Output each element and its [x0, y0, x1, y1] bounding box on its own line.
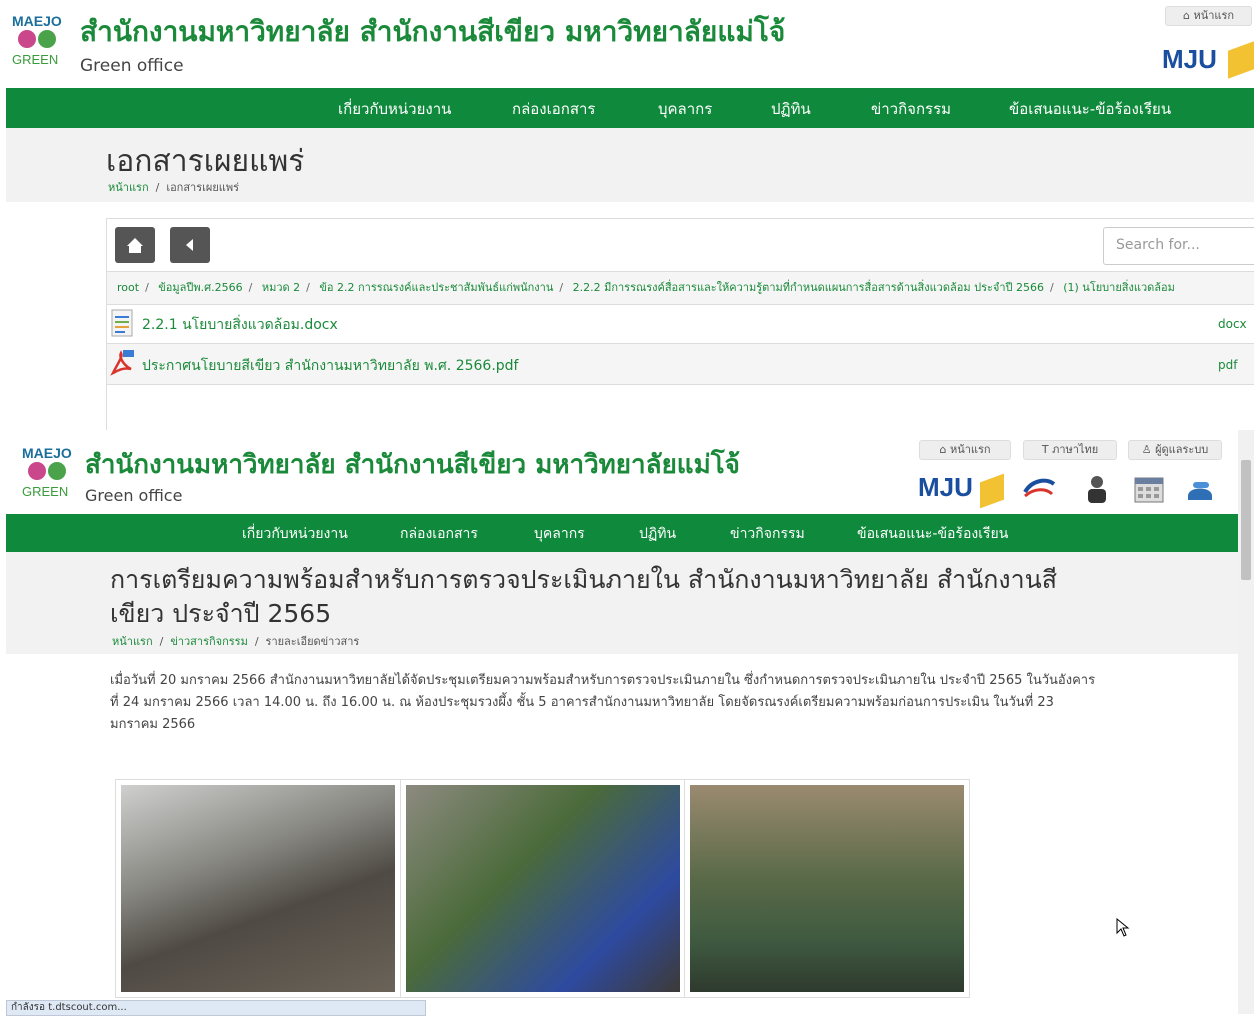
home-top-button[interactable]: ⌂ หน้าแรก: [1165, 6, 1252, 26]
bottom-browser-window: MAEJO GREEN สำนักงานมหาวิทยาลัย สำนักงาน…: [0, 430, 1254, 1016]
file-ext: pdf: [1218, 358, 1238, 372]
network-icon[interactable]: [1022, 474, 1056, 504]
home-folder-button[interactable]: [115, 227, 155, 263]
maejo-green-logo[interactable]: MAEJO GREEN: [12, 14, 66, 68]
docx-file-icon: [111, 309, 133, 337]
arrow-left-icon: [186, 239, 193, 251]
article-body: เมื่อวันที่ 20 มกราคม 2566 สำนักงานมหาวิ…: [110, 670, 1130, 736]
file-row[interactable]: ประกาศนโยบายสีเขียว สำนักงานมหาวิทยาลัย …: [107, 343, 1254, 385]
search-input[interactable]: Search for...: [1103, 227, 1254, 265]
folder-path: root / ข้อมูลปีพ.ศ.2566/ หมวด 2/ ข้อ 2.2 …: [107, 271, 1254, 305]
nav-calendar[interactable]: ปฏิทิน: [639, 523, 676, 545]
vertical-scrollbar[interactable]: [1238, 430, 1254, 1014]
folder-icon[interactable]: [980, 473, 1004, 509]
office-meeting-photo: [121, 785, 395, 992]
file-manager: Search for... root / ข้อมูลปีพ.ศ.2566/ หม…: [106, 218, 1254, 432]
nav-calendar[interactable]: ปฏิทิน: [771, 97, 811, 121]
article-paragraph-line: ที่ 24 มกราคม 2566 เวลา 14.00 น. ถึง 16.…: [110, 695, 1054, 710]
article-photo[interactable]: [115, 779, 401, 998]
path-item-2-2-2[interactable]: 2.2.2 มีการรณรงค์สื่อสารและให้ความรู้ตาม…: [573, 281, 1044, 294]
nav-feedback[interactable]: ข้อเสนอแนะ-ข้อร้องเรียน: [1009, 97, 1171, 121]
home-icon: [127, 238, 143, 253]
maejo-green-logo[interactable]: MAEJO GREEN: [22, 446, 76, 500]
main-navbar: เกี่ยวกับหน่วยงาน กล่องเอกสาร บุคลากร ปฏ…: [6, 88, 1254, 128]
path-item-1[interactable]: (1) นโยบายสิ่งแวดล้อม: [1063, 281, 1175, 294]
article-paragraph-line: เมื่อวันที่ 20 มกราคม 2566 สำนักงานมหาวิ…: [110, 673, 1096, 688]
site-title[interactable]: สำนักงานมหาวิทยาลัย สำนักงานสีเขียว มหาว…: [80, 10, 785, 54]
nav-documents[interactable]: กล่องเอกสาร: [400, 523, 478, 545]
language-button[interactable]: T ภาษาไทย: [1023, 440, 1117, 460]
file-row[interactable]: 2.2.1 นโยบายสิ่งแวดล้อม.docx docx: [107, 305, 1254, 343]
breadcrumb: หน้าแรก / เอกสารเผยแพร่: [108, 181, 240, 194]
breadcrumb-current: เอกสารเผยแพร่: [166, 181, 240, 194]
article-header-band: การเตรียมความพร้อมสำหรับการตรวจประเมินภา…: [6, 552, 1238, 654]
mju-logo[interactable]: MJU: [1162, 44, 1217, 75]
back-button[interactable]: [170, 227, 210, 263]
site-subtitle: Green office: [80, 56, 184, 76]
page-header-band: เอกสารเผยแพร่ หน้าแรก / เอกสารเผยแพร่: [6, 128, 1254, 202]
scrollbar-thumb[interactable]: [1241, 460, 1251, 580]
article-paragraph-line: มกราคม 2566: [110, 717, 196, 732]
top-browser-window: MAEJO GREEN สำนักงานมหาวิทยาลัย สำนักงาน…: [0, 0, 1254, 432]
nav-news[interactable]: ข่าวกิจกรรม: [730, 523, 805, 545]
breadcrumb-home[interactable]: หน้าแรก: [108, 181, 149, 194]
nav-about[interactable]: เกี่ยวกับหน่วยงาน: [338, 97, 451, 121]
nav-news[interactable]: ข่าวกิจกรรม: [871, 97, 951, 121]
main-navbar: เกี่ยวกับหน่วยงาน กล่องเอกสาร บุคลากร ปฏ…: [6, 514, 1238, 552]
mju-logo[interactable]: MJU: [918, 472, 973, 503]
phone-icon[interactable]: [1184, 474, 1218, 504]
site-subtitle: Green office: [85, 486, 183, 505]
breadcrumb-news[interactable]: ข่าวสารกิจกรรม: [170, 635, 248, 648]
file-ext: docx: [1218, 317, 1247, 331]
article-photo[interactable]: [684, 779, 970, 998]
nav-documents[interactable]: กล่องเอกสาร: [512, 97, 595, 121]
file-name[interactable]: ประกาศนโยบายสีเขียว สำนักงานมหาวิทยาลัย …: [142, 355, 518, 377]
calendar-icon[interactable]: [1132, 474, 1166, 504]
leaf-logo-icon: [18, 30, 56, 48]
pdf-file-icon: [110, 350, 134, 376]
staff-reading-photo: [406, 785, 680, 992]
nav-personnel[interactable]: บุคลากร: [534, 523, 585, 545]
nav-feedback[interactable]: ข้อเสนอแนะ-ข้อร้องเรียน: [857, 523, 1008, 545]
site-title[interactable]: สำนักงานมหาวิทยาลัย สำนักงานสีเขียว มหาว…: [85, 444, 740, 485]
nav-personnel[interactable]: บุคลากร: [658, 97, 712, 121]
breadcrumb: หน้าแรก / ข่าวสารกิจกรรม / รายละเอียดข่า…: [112, 635, 360, 648]
group-photo: [690, 785, 964, 992]
text-icon: T: [1041, 443, 1053, 456]
person-icon[interactable]: [1082, 474, 1116, 504]
nav-about[interactable]: เกี่ยวกับหน่วยงาน: [242, 523, 348, 545]
home-top-button[interactable]: ⌂ หน้าแรก: [919, 440, 1011, 460]
path-root[interactable]: root: [117, 281, 139, 294]
article-title-line2: เขียว ประจำปี 2565: [110, 599, 332, 628]
leaf-logo-icon: [28, 462, 66, 480]
home-icon: ⌂: [1182, 9, 1194, 22]
folder-icon[interactable]: [1228, 41, 1254, 79]
article-photo[interactable]: [400, 779, 686, 998]
path-item-2-2[interactable]: ข้อ 2.2 การรณรงค์และประชาสัมพันธ์แก่พนัก…: [319, 281, 553, 294]
user-icon: ♙: [1141, 443, 1156, 456]
path-year[interactable]: ข้อมูลปีพ.ศ.2566: [158, 281, 242, 294]
path-category[interactable]: หมวด 2: [262, 281, 300, 294]
home-icon: ⌂: [939, 443, 950, 456]
breadcrumb-current: รายละเอียดข่าวสาร: [265, 635, 360, 648]
file-name[interactable]: 2.2.1 นโยบายสิ่งแวดล้อม.docx: [142, 314, 338, 336]
admin-button[interactable]: ♙ ผู้ดูแลระบบ: [1128, 440, 1222, 460]
mouse-cursor-icon: [1116, 918, 1130, 937]
breadcrumb-home[interactable]: หน้าแรก: [112, 635, 153, 648]
